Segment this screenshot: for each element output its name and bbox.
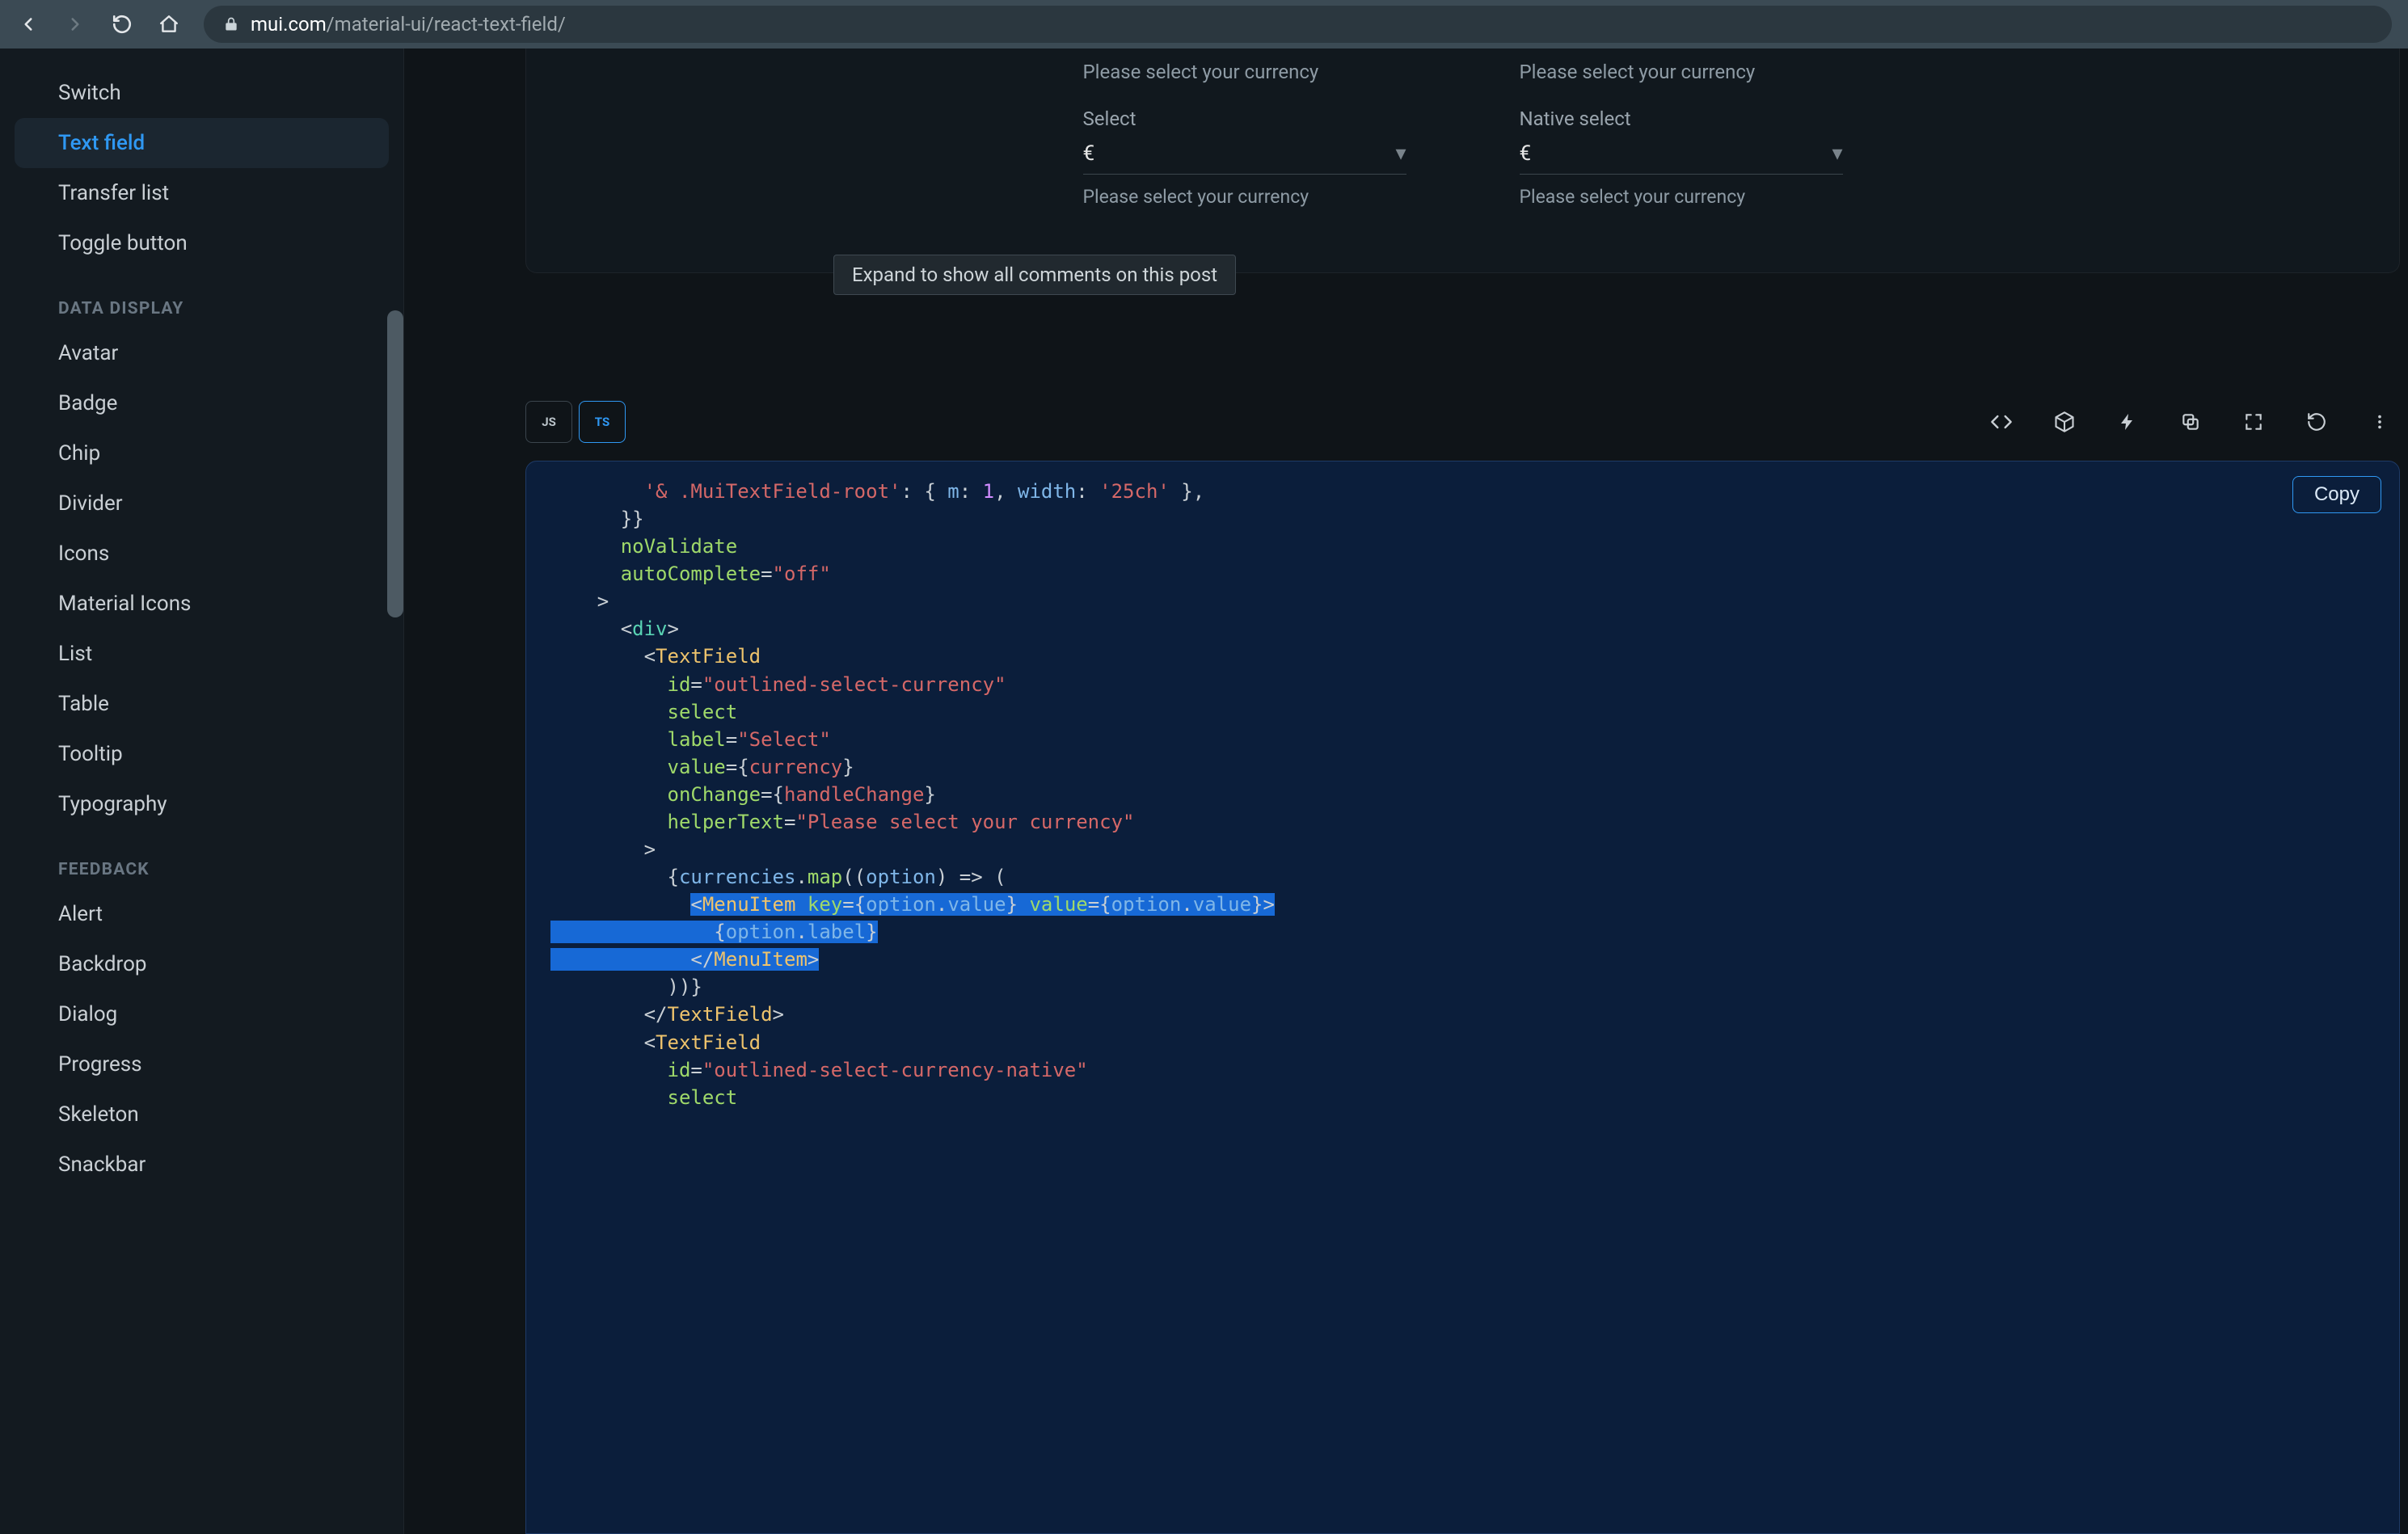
reload-button[interactable] <box>110 12 134 36</box>
sidebar-item-toggle-button[interactable]: Toggle button <box>0 218 403 268</box>
browser-toolbar: mui.com/material-ui/react-text-field/ <box>0 0 2408 48</box>
code-content: '& .MuiTextField-root': { m: 1, width: '… <box>550 478 2375 1111</box>
code-block[interactable]: Copy '& .MuiTextField-root': { m: 1, wid… <box>525 461 2400 1534</box>
select-value: € <box>1520 141 1532 166</box>
sidebar-item-alert[interactable]: Alert <box>0 889 403 939</box>
select-input[interactable]: € ▾ <box>1083 137 1406 175</box>
sidebar-item-chip[interactable]: Chip <box>0 428 403 478</box>
sidebar-item-tooltip[interactable]: Tooltip <box>0 729 403 779</box>
native-select-input[interactable]: € ▾ <box>1520 137 1843 175</box>
chevron-down-icon: ▾ <box>1395 141 1406 166</box>
code-toolbar: JS TS <box>525 398 2400 446</box>
helper-text: Please select your currency <box>1520 61 1843 83</box>
sidebar-item-avatar[interactable]: Avatar <box>0 328 403 378</box>
helper-text: Please select your currency <box>1083 186 1406 208</box>
main-content: Please select your currency Select € ▾ P… <box>404 48 2408 1534</box>
lang-tab-ts[interactable]: TS <box>579 401 626 443</box>
select-value: € <box>1083 141 1095 166</box>
sidebar-item-dialog[interactable]: Dialog <box>0 989 403 1039</box>
sidebar-item-switch[interactable]: Switch <box>0 68 403 118</box>
sidebar-item-divider[interactable]: Divider <box>0 478 403 529</box>
lock-icon <box>223 16 239 32</box>
show-source-icon[interactable] <box>1981 402 2022 442</box>
sidebar-item-progress[interactable]: Progress <box>0 1039 403 1089</box>
sidebar-section-feedback: FEEDBACK <box>0 829 403 889</box>
sidebar-item-backdrop[interactable]: Backdrop <box>0 939 403 989</box>
url-path: /material-ui/react-text-field/ <box>327 13 566 36</box>
copy-button[interactable]: Copy <box>2292 476 2381 513</box>
reset-icon[interactable] <box>2296 402 2337 442</box>
sidebar-item-list[interactable]: List <box>0 629 403 679</box>
docs-sidebar: Switch Text field Transfer list Toggle b… <box>0 48 404 1534</box>
sidebar-section-data-display: DATA DISPLAY <box>0 268 403 328</box>
sidebar-item-material-icons[interactable]: Material Icons <box>0 579 403 629</box>
demo-panel: Please select your currency Select € ▾ P… <box>525 48 2400 273</box>
tooltip-expand-comments: Expand to show all comments on this post <box>833 255 1236 295</box>
address-bar[interactable]: mui.com/material-ui/react-text-field/ <box>204 6 2392 43</box>
sidebar-item-typography[interactable]: Typography <box>0 779 403 829</box>
sidebar-item-skeleton[interactable]: Skeleton <box>0 1089 403 1140</box>
url-domain: mui.com <box>251 13 327 36</box>
fullscreen-icon[interactable] <box>2233 402 2274 442</box>
sidebar-item-icons[interactable]: Icons <box>0 529 403 579</box>
codesandbox-icon[interactable] <box>2044 402 2085 442</box>
forward-button[interactable] <box>63 12 87 36</box>
stackblitz-icon[interactable] <box>2107 402 2148 442</box>
field-label: Select <box>1083 107 1406 130</box>
helper-text: Please select your currency <box>1520 186 1843 208</box>
field-label: Native select <box>1520 107 1843 130</box>
chevron-down-icon: ▾ <box>1832 141 1842 166</box>
helper-text: Please select your currency <box>1083 61 1406 83</box>
sidebar-item-transfer-list[interactable]: Transfer list <box>0 168 403 218</box>
sidebar-item-text-field[interactable]: Text field <box>15 118 389 168</box>
home-button[interactable] <box>157 12 181 36</box>
sidebar-item-table[interactable]: Table <box>0 679 403 729</box>
copy-icon[interactable] <box>2170 402 2211 442</box>
more-icon[interactable] <box>2360 402 2400 442</box>
back-button[interactable] <box>16 12 40 36</box>
sidebar-item-badge[interactable]: Badge <box>0 378 403 428</box>
lang-tab-js[interactable]: JS <box>525 401 572 443</box>
sidebar-item-snackbar[interactable]: Snackbar <box>0 1140 403 1190</box>
